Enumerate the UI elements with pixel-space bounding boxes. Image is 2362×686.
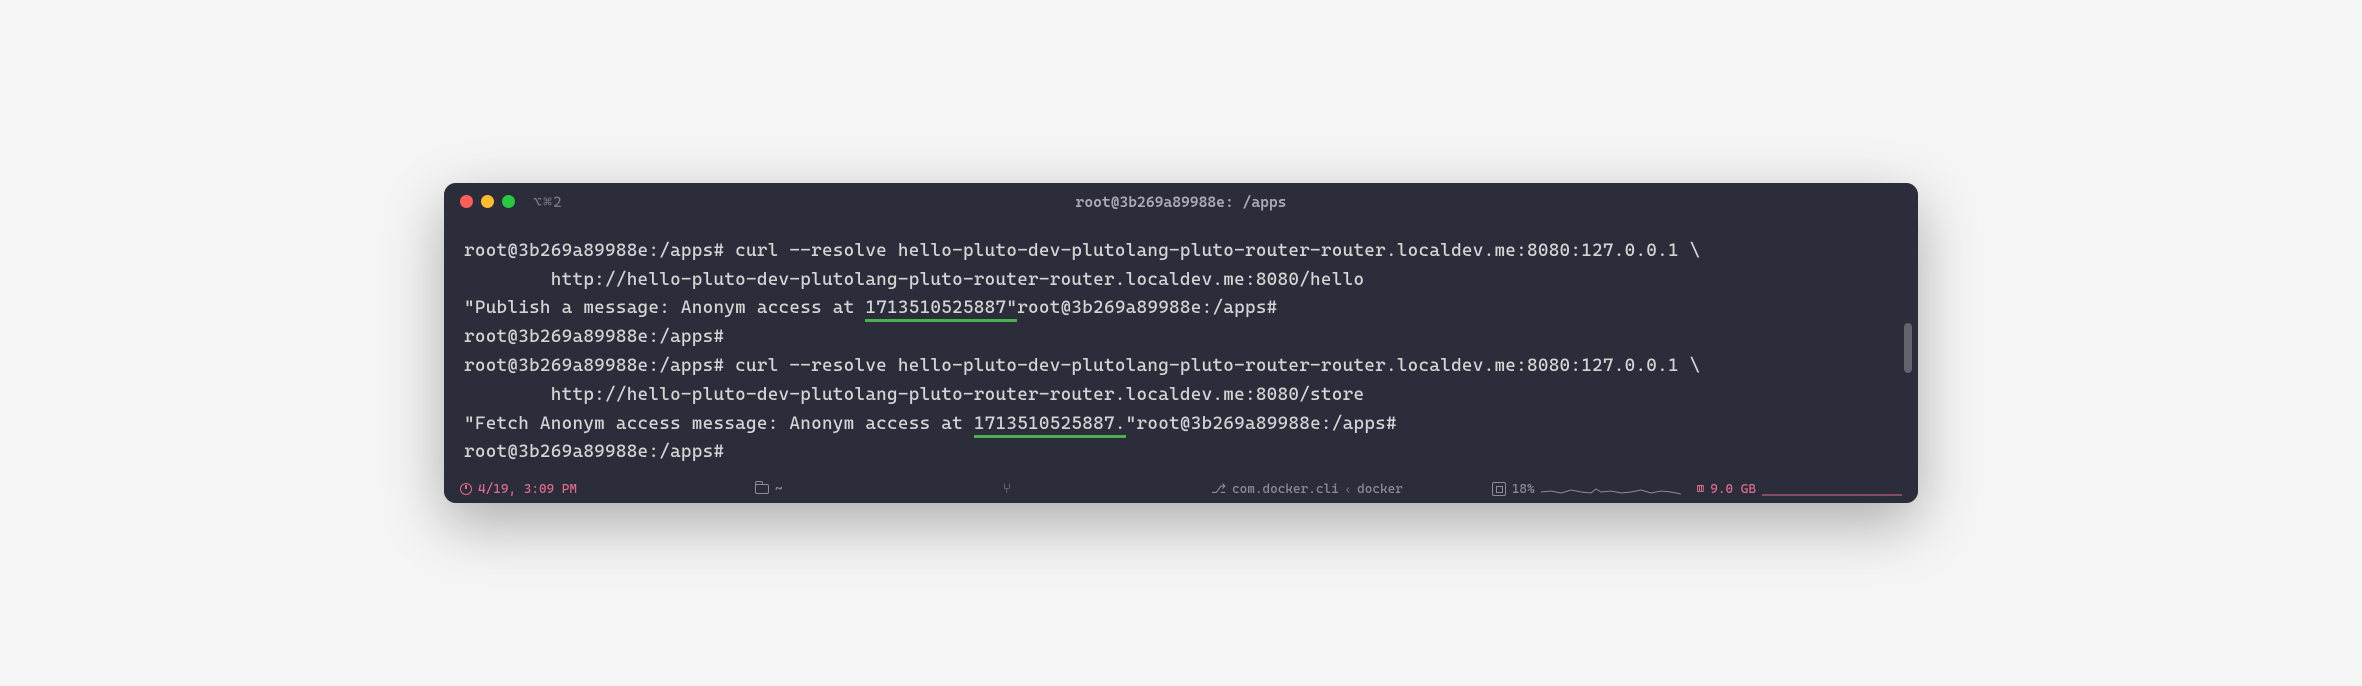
terminal-body[interactable]: root@3b269a89988e:/apps# curl --resolve …: [444, 221, 1918, 475]
tab-indicator: ⌥⌘2: [533, 193, 563, 211]
window-title: root@3b269a89988e: /apps: [1076, 193, 1287, 211]
folder-icon: [755, 484, 769, 494]
process-right: docker: [1357, 482, 1403, 497]
timestamp-highlight: 1713510525887.: [974, 413, 1126, 438]
cwd-text: ~: [775, 482, 783, 497]
process-left: com.docker.cli: [1232, 482, 1339, 497]
command-text: curl --resolve hello-pluto-dev-plutolang…: [724, 355, 1700, 376]
minimize-button[interactable]: [481, 195, 494, 208]
terminal-line-6: http://hello-pluto-dev-plutolang-pluto-r…: [464, 381, 1898, 410]
status-bar: 4/19, 3:09 PM ~ ⑂ ⎇ com.docker.cli ‹ doc…: [444, 475, 1918, 503]
git-icon: ⎇: [1211, 482, 1226, 497]
prompt: root@3b269a89988e:/apps#: [464, 355, 724, 376]
terminal-line-7: "Fetch Anonym access message: Anonym acc…: [464, 410, 1898, 439]
status-time: 4/19, 3:09 PM: [460, 482, 577, 497]
clock-icon: [460, 483, 472, 495]
status-cpu: 18%: [1492, 482, 1681, 497]
terminal-window: ⌥⌘2 root@3b269a89988e: /apps root@3b269a…: [444, 183, 1918, 503]
timestamp-highlight: 1713510525887": [865, 297, 1017, 322]
command-text: http://hello-pluto-dev-plutolang-pluto-r…: [464, 269, 1364, 290]
terminal-line-2: http://hello-pluto-dev-plutolang-pluto-r…: [464, 266, 1898, 295]
prompt: root@3b269a89988e:/apps#: [464, 326, 724, 347]
close-button[interactable]: [460, 195, 473, 208]
traffic-lights: [460, 195, 515, 208]
terminal-line-1: root@3b269a89988e:/apps# curl --resolve …: [464, 237, 1898, 266]
status-cwd: ~: [755, 482, 783, 497]
memory-icon: ▥: [1697, 482, 1705, 497]
memory-text: 9.0 GB: [1710, 482, 1756, 497]
terminal-line-8: root@3b269a89988e:/apps#: [464, 438, 1898, 467]
cpu-icon: [1492, 482, 1506, 496]
response-suffix: ": [1126, 413, 1137, 434]
prompt: root@3b269a89988e:/apps#: [464, 441, 724, 462]
process-separator: ‹: [1345, 483, 1351, 496]
cpu-text: 18%: [1512, 482, 1535, 497]
terminal-line-5: root@3b269a89988e:/apps# curl --resolve …: [464, 352, 1898, 381]
prompt: root@3b269a89988e:/apps#: [1017, 297, 1277, 318]
command-text: curl --resolve hello-pluto-dev-plutolang…: [724, 240, 1700, 261]
terminal-line-3: "Publish a message: Anonym access at 171…: [464, 294, 1898, 323]
time-text: 4/19, 3:09 PM: [478, 482, 577, 497]
status-branch: ⑂: [1003, 481, 1011, 497]
prompt: root@3b269a89988e:/apps#: [1137, 413, 1397, 434]
terminal-line-4: root@3b269a89988e:/apps#: [464, 323, 1898, 352]
scrollbar[interactable]: [1904, 323, 1912, 373]
response-text: "Fetch Anonym access message: Anonym acc…: [464, 413, 974, 434]
prompt: root@3b269a89988e:/apps#: [464, 240, 724, 261]
maximize-button[interactable]: [502, 195, 515, 208]
title-bar: ⌥⌘2 root@3b269a89988e: /apps: [444, 183, 1918, 221]
status-memory: ▥ 9.0 GB: [1697, 482, 1902, 497]
command-text: http://hello-pluto-dev-plutolang-pluto-r…: [464, 384, 1364, 405]
cpu-sparkline: [1541, 482, 1681, 496]
status-process: ⎇ com.docker.cli ‹ docker: [1211, 482, 1403, 497]
branch-icon: ⑂: [1003, 481, 1011, 497]
memory-sparkline: [1762, 482, 1902, 496]
response-text: "Publish a message: Anonym access at: [464, 297, 865, 318]
